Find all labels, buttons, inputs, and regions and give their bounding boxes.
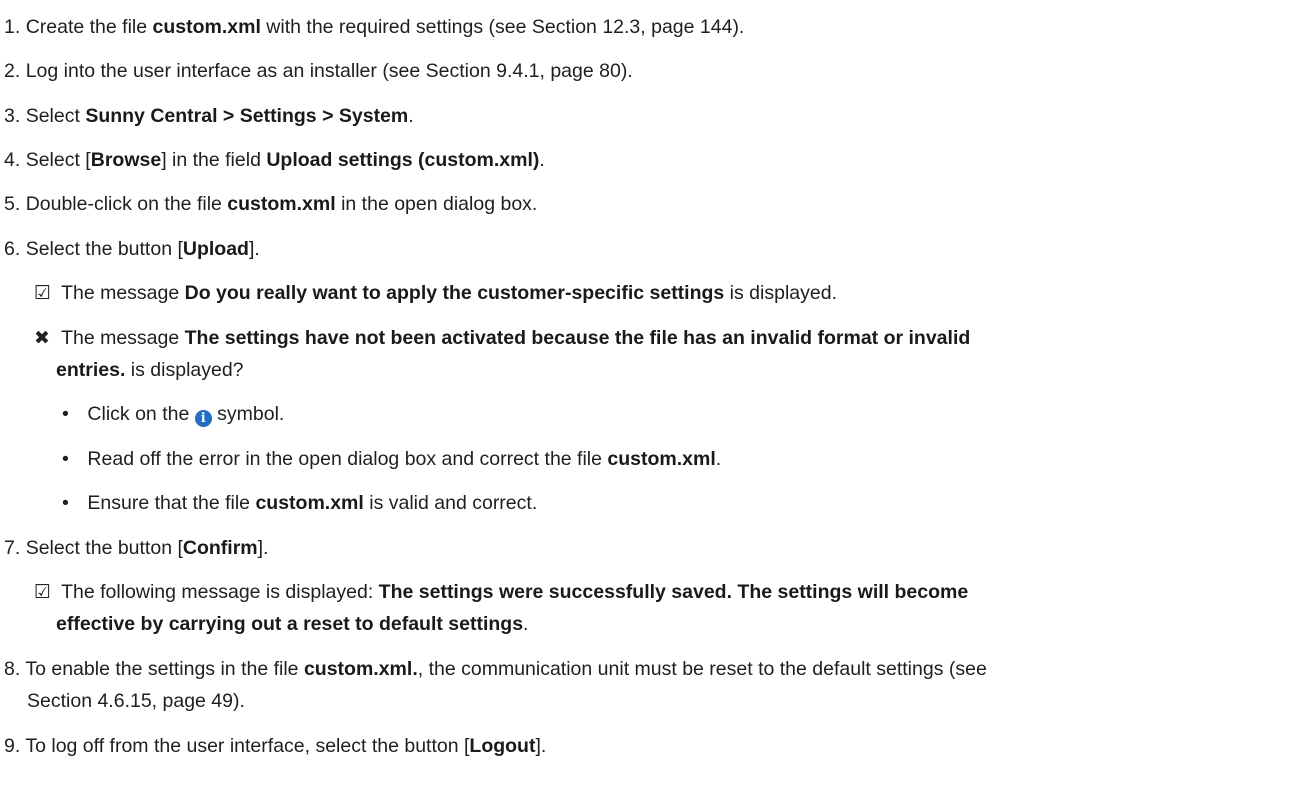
info-icon: i xyxy=(194,410,212,427)
step-8: 8. To enable the settings in the file cu… xyxy=(4,658,987,680)
bullet-item-3: • Ensure that the file custom.xml is val… xyxy=(62,492,538,514)
step-4: 4. Select [Browse] in the field Upload s… xyxy=(4,149,545,171)
bullet-item-2: • Read off the error in the open dialog … xyxy=(62,448,722,470)
document-page: 1. Create the file custom.xml with the r… xyxy=(0,0,1313,791)
result-failure: ✖ The message The settings have not been… xyxy=(34,327,971,349)
step-8-cont: Section 4.6.15, page 49). xyxy=(27,690,245,712)
step-9: 9. To log off from the user interface, s… xyxy=(4,735,547,757)
step-6: 6. Select the button [Upload]. xyxy=(4,238,260,260)
cross-icon: ✖ xyxy=(34,328,50,349)
step-1: 1. Create the file custom.xml with the r… xyxy=(4,16,745,38)
checkbox-checked-icon: ☑ xyxy=(34,582,52,603)
result-success-2-cont: effective by carrying out a reset to def… xyxy=(56,613,529,635)
step-3: 3. Select Sunny Central > Settings > Sys… xyxy=(4,105,414,127)
checkbox-checked-icon: ☑ xyxy=(34,283,52,304)
bullet-item-1: • Click on the i symbol. xyxy=(62,403,285,427)
step-7: 7. Select the button [Confirm]. xyxy=(4,537,269,559)
result-success-2: ☑ The following message is displayed: Th… xyxy=(34,581,969,603)
step-5: 5. Double-click on the file custom.xml i… xyxy=(4,193,538,215)
result-success-1: ☑ The message Do you really want to appl… xyxy=(34,282,837,304)
step-2: 2. Log into the user interface as an ins… xyxy=(4,60,633,82)
result-failure-cont: entries. is displayed? xyxy=(56,359,244,381)
